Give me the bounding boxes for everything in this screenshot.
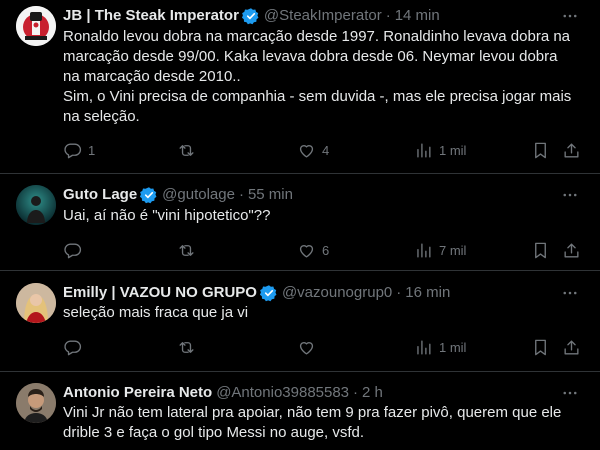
share-icon: [564, 339, 579, 355]
share-button[interactable]: [562, 240, 581, 260]
verified-badge-icon: [140, 186, 158, 204]
timestamp[interactable]: 2 h: [362, 383, 383, 403]
bookmark-button[interactable]: [531, 240, 550, 260]
retweet-icon: [179, 144, 194, 156]
views-button[interactable]: 7 mil: [414, 240, 466, 260]
handle[interactable]: @gutolage: [162, 185, 235, 205]
display-name[interactable]: JB | The Steak Imperator: [63, 6, 239, 26]
share-button[interactable]: [562, 140, 581, 160]
handle[interactable]: @SteakImperator: [264, 6, 382, 26]
view-count: 7 mil: [439, 242, 467, 258]
avatar-image: [16, 6, 56, 46]
share-icon: [564, 242, 579, 258]
bookmark-button[interactable]: [531, 337, 550, 357]
handle[interactable]: @vazounogrup0: [282, 283, 392, 303]
verified-badge-icon: [241, 7, 260, 25]
retweet-icon: [179, 244, 194, 256]
separator: ·: [353, 384, 359, 401]
like-icon: [299, 144, 314, 158]
tweet[interactable]: Antonio Pereira Neto @Antonio39885583 · …: [0, 372, 600, 450]
views-icon: [417, 339, 431, 355]
like-icon: [299, 244, 314, 258]
bookmark-icon: [535, 242, 546, 258]
timeline: JB | The Steak Imperator @SteakImperator…: [0, 0, 600, 450]
verified-badge-icon: [259, 284, 278, 302]
views-button[interactable]: 1 mil: [414, 337, 466, 357]
like-icon: [299, 341, 314, 355]
separator: ·: [385, 7, 391, 24]
avatar[interactable]: [16, 6, 56, 46]
reply-button[interactable]: [63, 240, 88, 260]
views-icon: [417, 242, 431, 258]
retweet-button[interactable]: [177, 337, 202, 357]
retweet-button[interactable]: [177, 240, 202, 260]
like-count: 6: [322, 242, 330, 258]
view-count: 1 mil: [439, 339, 467, 355]
avatar-image: [16, 383, 56, 423]
display-name[interactable]: Emilly | VAZOU NO GRUPO: [63, 283, 257, 303]
more-icon[interactable]: [560, 185, 580, 205]
avatar[interactable]: [16, 185, 56, 225]
avatar[interactable]: [16, 383, 56, 423]
like-button[interactable]: 6: [297, 240, 329, 260]
like-button[interactable]: 4: [297, 140, 329, 160]
retweet-icon: [179, 341, 194, 353]
tweet-header: Guto Lage @gutolage · 55 min: [63, 185, 560, 205]
avatar[interactable]: [16, 283, 56, 323]
timestamp[interactable]: 55 min: [248, 185, 293, 205]
separator: ·: [238, 186, 244, 203]
tweet-header: JB | The Steak Imperator @SteakImperator…: [63, 6, 560, 26]
timestamp[interactable]: 14 min: [395, 6, 440, 26]
bookmark-button[interactable]: [531, 140, 550, 160]
like-count: 4: [322, 142, 330, 158]
tweet-text: seleção mais fraca que ja vi: [63, 304, 249, 321]
more-icon[interactable]: [560, 383, 580, 403]
share-icon: [564, 142, 579, 158]
views-icon: [417, 142, 431, 158]
action-bar: 1 4 1 mil: [0, 140, 600, 160]
avatar-image: [16, 283, 56, 323]
tweet[interactable]: JB | The Steak Imperator @SteakImperator…: [0, 0, 600, 174]
like-button[interactable]: [297, 337, 322, 357]
reply-count: 1: [88, 142, 96, 158]
display-name[interactable]: Guto Lage: [63, 185, 137, 205]
tweet[interactable]: Guto Lage @gutolage · 55 min Uai, aí não…: [0, 174, 600, 271]
action-bar: 1 mil: [0, 337, 600, 357]
action-bar: 6 7 mil: [0, 240, 600, 260]
reply-icon: [64, 339, 82, 355]
retweet-button[interactable]: [177, 140, 202, 160]
reply-icon: [64, 242, 82, 258]
tweet-header: Antonio Pereira Neto @Antonio39885583 · …: [63, 383, 560, 403]
reply-button[interactable]: 1: [63, 140, 95, 160]
bookmark-icon: [535, 339, 546, 355]
display-name[interactable]: Antonio Pereira Neto: [63, 383, 212, 403]
tweet-text: Uai, aí não é "vini hipotetico"??: [63, 207, 271, 224]
tweet-text: Ronaldo levou dobra na marcação desde 19…: [63, 28, 572, 125]
tweet-text: Vini Jr não tem lateral pra apoiar, não …: [63, 404, 562, 441]
more-icon[interactable]: [560, 283, 580, 303]
avatar-image: [16, 185, 56, 225]
separator: ·: [396, 284, 402, 301]
tweet-header: Emilly | VAZOU NO GRUPO @vazounogrup0 · …: [63, 283, 560, 303]
reply-button[interactable]: [63, 337, 88, 357]
view-count: 1 mil: [439, 142, 467, 158]
bookmark-icon: [535, 142, 546, 158]
tweet[interactable]: Emilly | VAZOU NO GRUPO @vazounogrup0 · …: [0, 271, 600, 372]
handle[interactable]: @Antonio39885583: [216, 383, 349, 403]
share-button[interactable]: [562, 337, 581, 357]
views-button[interactable]: 1 mil: [414, 140, 466, 160]
reply-icon: [64, 142, 82, 158]
more-icon[interactable]: [560, 6, 580, 26]
timestamp[interactable]: 16 min: [405, 283, 450, 303]
